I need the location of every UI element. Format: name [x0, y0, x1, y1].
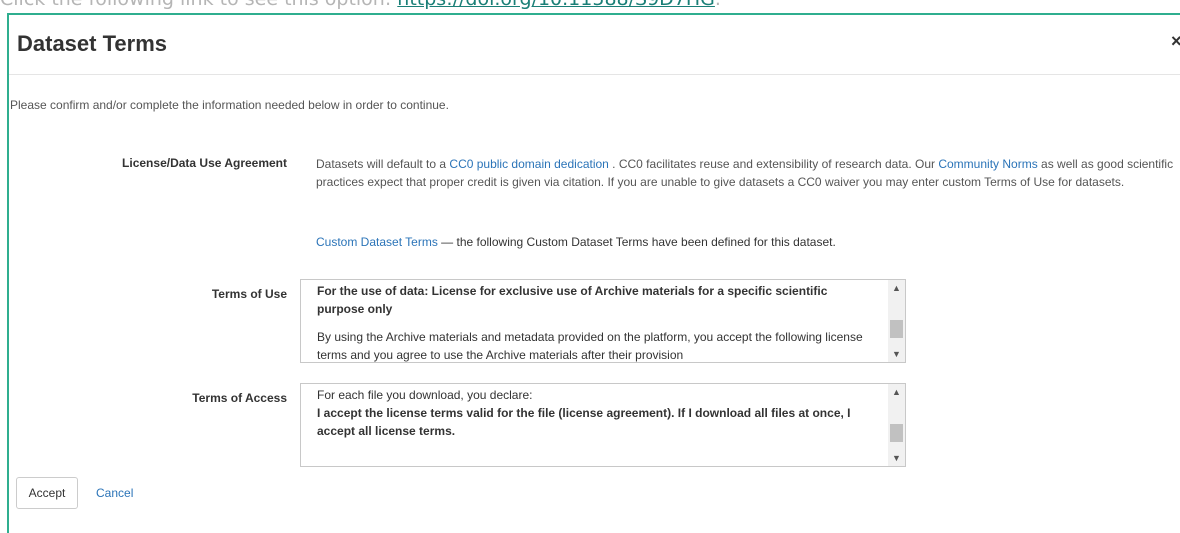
terms-of-use-heading: For the use of data: License for exclusi… [317, 284, 828, 316]
custom-terms-text: — the following Custom Dataset Terms hav… [437, 235, 836, 249]
terms-of-access-label: Terms of Access [192, 391, 287, 405]
scroll-down-icon[interactable]: ▼ [888, 450, 905, 466]
cancel-link[interactable]: Cancel [96, 485, 133, 501]
background-instruction: Click the following link to see this opt… [0, 0, 1180, 10]
scroll-thumb[interactable] [890, 424, 903, 442]
dataset-terms-dialog: Dataset Terms × Please confirm and/or co… [7, 13, 1180, 533]
dialog-title: Dataset Terms [17, 31, 167, 56]
terms-of-use-label: Terms of Use [211, 287, 287, 301]
terms-of-access-bold: I accept the license terms valid for the… [317, 406, 851, 438]
scroll-up-icon[interactable]: ▲ [888, 384, 905, 400]
terms-of-use-textarea[interactable]: For the use of data: License for exclusi… [300, 279, 906, 363]
terms-of-use-scrollbar[interactable]: ▲ ▼ [888, 280, 905, 362]
license-text-part1: Datasets will default to a [316, 157, 450, 171]
background-suffix: . [715, 0, 721, 10]
dialog-header: Dataset Terms × [9, 15, 1180, 75]
cc0-link[interactable]: CC0 public domain dedication [449, 157, 608, 171]
community-norms-link[interactable]: Community Norms [938, 157, 1037, 171]
background-prefix: Click the following link to see this opt… [0, 0, 397, 10]
intro-text: Please confirm and/or complete the infor… [10, 98, 449, 112]
license-description: Datasets will default to a CC0 public do… [316, 155, 1180, 191]
accept-button[interactable]: Accept [16, 477, 78, 509]
custom-terms-line: Custom Dataset Terms — the following Cus… [316, 233, 836, 251]
terms-of-access-line1: For each file you download, you declare: [317, 388, 533, 402]
terms-of-use-body: By using the Archive materials and metad… [317, 330, 863, 362]
terms-of-use-content: For the use of data: License for exclusi… [317, 282, 877, 362]
scroll-up-icon[interactable]: ▲ [888, 280, 905, 296]
custom-dataset-terms-link[interactable]: Custom Dataset Terms [316, 235, 438, 249]
scroll-down-icon[interactable]: ▼ [888, 346, 905, 362]
scroll-thumb[interactable] [890, 320, 903, 338]
terms-of-access-scrollbar[interactable]: ▲ ▼ [888, 384, 905, 466]
close-icon[interactable]: × [1171, 31, 1180, 51]
terms-of-access-textarea[interactable]: For each file you download, you declare:… [300, 383, 906, 467]
license-label: License/Data Use Agreement [122, 156, 287, 170]
license-text-part2: . CC0 facilitates reuse and extensibilit… [608, 157, 939, 171]
terms-of-access-content: For each file you download, you declare:… [317, 386, 877, 450]
doi-link[interactable]: https://doi.org/10.11588/S9D7HG [397, 0, 715, 10]
